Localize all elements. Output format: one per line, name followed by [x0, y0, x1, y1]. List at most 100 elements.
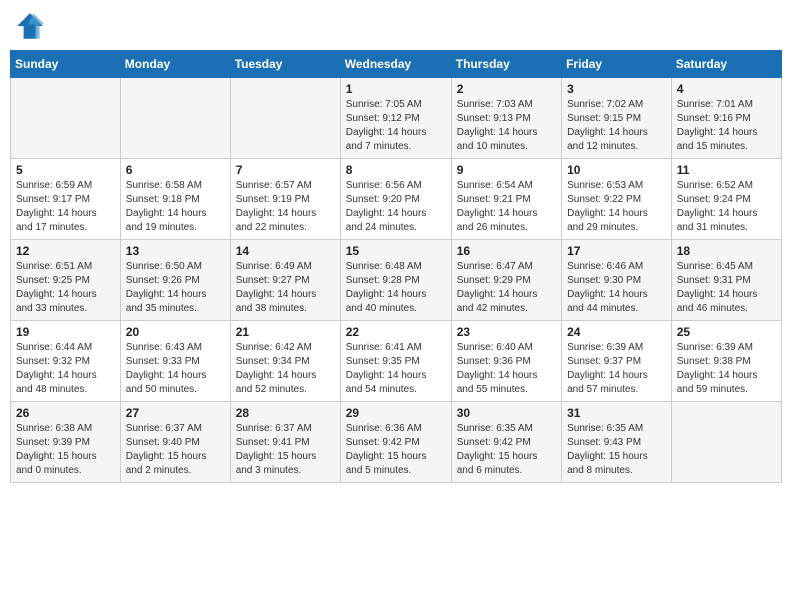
day-content: Sunrise: 6:47 AMSunset: 9:29 PMDaylight:… — [457, 260, 556, 316]
header-day-saturday: Saturday — [671, 51, 781, 78]
calendar-cell — [11, 78, 121, 159]
day-number: 25 — [677, 325, 776, 339]
header-row: SundayMondayTuesdayWednesdayThursdayFrid… — [11, 51, 782, 78]
day-content: Sunrise: 6:40 AMSunset: 9:36 PMDaylight:… — [457, 341, 556, 397]
day-content: Sunrise: 6:37 AMSunset: 9:40 PMDaylight:… — [126, 422, 225, 478]
calendar-cell: 22 Sunrise: 6:41 AMSunset: 9:35 PMDayligh… — [340, 321, 451, 402]
calendar-cell: 6 Sunrise: 6:58 AMSunset: 9:18 PMDaylight… — [120, 159, 230, 240]
day-content: Sunrise: 6:41 AMSunset: 9:35 PMDaylight:… — [346, 341, 446, 397]
day-content: Sunrise: 6:36 AMSunset: 9:42 PMDaylight:… — [346, 422, 446, 478]
day-content: Sunrise: 6:48 AMSunset: 9:28 PMDaylight:… — [346, 260, 446, 316]
day-content: Sunrise: 7:01 AMSunset: 9:16 PMDaylight:… — [677, 98, 776, 154]
day-content: Sunrise: 6:35 AMSunset: 9:42 PMDaylight:… — [457, 422, 556, 478]
header-day-friday: Friday — [562, 51, 672, 78]
calendar-cell: 2 Sunrise: 7:03 AMSunset: 9:13 PMDaylight… — [451, 78, 561, 159]
logo — [14, 10, 50, 42]
day-number: 21 — [236, 325, 335, 339]
page-header — [10, 10, 782, 42]
day-number: 15 — [346, 244, 446, 258]
day-number: 30 — [457, 406, 556, 420]
calendar-cell: 27 Sunrise: 6:37 AMSunset: 9:40 PMDayligh… — [120, 402, 230, 483]
week-row-3: 12 Sunrise: 6:51 AMSunset: 9:25 PMDayligh… — [11, 240, 782, 321]
day-number: 7 — [236, 163, 335, 177]
calendar-cell: 13Sunrise: 6:50 AMSunset: 9:26 PMDayligh… — [120, 240, 230, 321]
day-number: 24 — [567, 325, 666, 339]
day-number: 11 — [677, 163, 776, 177]
day-content: Sunrise: 6:58 AMSunset: 9:18 PMDaylight:… — [126, 179, 225, 235]
day-content: Sunrise: 6:42 AMSunset: 9:34 PMDaylight:… — [236, 341, 335, 397]
day-content: Sunrise: 6:50 AMSunset: 9:26 PMDaylight:… — [126, 260, 225, 316]
header-day-sunday: Sunday — [11, 51, 121, 78]
day-number: 8 — [346, 163, 446, 177]
calendar-cell — [120, 78, 230, 159]
calendar-table: SundayMondayTuesdayWednesdayThursdayFrid… — [10, 50, 782, 483]
day-content: Sunrise: 6:53 AMSunset: 9:22 PMDaylight:… — [567, 179, 666, 235]
week-row-5: 26Sunrise: 6:38 AMSunset: 9:39 PMDayligh… — [11, 402, 782, 483]
calendar-cell: 29Sunrise: 6:36 AMSunset: 9:42 PMDayligh… — [340, 402, 451, 483]
calendar-cell: 11 Sunrise: 6:52 AMSunset: 9:24 PMDayligh… — [671, 159, 781, 240]
calendar-cell — [230, 78, 340, 159]
calendar-cell: 4 Sunrise: 7:01 AMSunset: 9:16 PMDaylight… — [671, 78, 781, 159]
day-number: 4 — [677, 82, 776, 96]
day-content: Sunrise: 6:52 AMSunset: 9:24 PMDaylight:… — [677, 179, 776, 235]
calendar-cell: 8 Sunrise: 6:56 AMSunset: 9:20 PMDaylight… — [340, 159, 451, 240]
day-content: Sunrise: 6:46 AMSunset: 9:30 PMDaylight:… — [567, 260, 666, 316]
day-number: 14 — [236, 244, 335, 258]
calendar-cell: 21 Sunrise: 6:42 AMSunset: 9:34 PMDayligh… — [230, 321, 340, 402]
calendar-cell: 10 Sunrise: 6:53 AMSunset: 9:22 PMDayligh… — [562, 159, 672, 240]
day-content: Sunrise: 7:03 AMSunset: 9:13 PMDaylight:… — [457, 98, 556, 154]
day-number: 28 — [236, 406, 335, 420]
header-day-monday: Monday — [120, 51, 230, 78]
day-number: 19 — [16, 325, 115, 339]
day-content: Sunrise: 6:59 AMSunset: 9:17 PMDaylight:… — [16, 179, 115, 235]
calendar-cell: 20Sunrise: 6:43 AMSunset: 9:33 PMDayligh… — [120, 321, 230, 402]
day-number: 12 — [16, 244, 115, 258]
day-number: 6 — [126, 163, 225, 177]
calendar-cell: 18Sunrise: 6:45 AMSunset: 9:31 PMDayligh… — [671, 240, 781, 321]
day-number: 5 — [16, 163, 115, 177]
calendar-cell: 3 Sunrise: 7:02 AMSunset: 9:15 PMDaylight… — [562, 78, 672, 159]
day-content: Sunrise: 6:37 AMSunset: 9:41 PMDaylight:… — [236, 422, 335, 478]
day-content: Sunrise: 6:45 AMSunset: 9:31 PMDaylight:… — [677, 260, 776, 316]
day-content: Sunrise: 6:44 AMSunset: 9:32 PMDaylight:… — [16, 341, 115, 397]
day-number: 16 — [457, 244, 556, 258]
calendar-cell — [671, 402, 781, 483]
logo-icon — [14, 10, 46, 42]
day-content: Sunrise: 6:39 AMSunset: 9:38 PMDaylight:… — [677, 341, 776, 397]
calendar-cell: 25 Sunrise: 6:39 AMSunset: 9:38 PMDayligh… — [671, 321, 781, 402]
calendar-cell: 16 Sunrise: 6:47 AMSunset: 9:29 PMDayligh… — [451, 240, 561, 321]
calendar-cell: 31Sunrise: 6:35 AMSunset: 9:43 PMDayligh… — [562, 402, 672, 483]
calendar-cell: 1 Sunrise: 7:05 AMSunset: 9:12 PMDaylight… — [340, 78, 451, 159]
day-number: 10 — [567, 163, 666, 177]
header-day-thursday: Thursday — [451, 51, 561, 78]
calendar-cell: 23Sunrise: 6:40 AMSunset: 9:36 PMDayligh… — [451, 321, 561, 402]
day-content: Sunrise: 6:54 AMSunset: 9:21 PMDaylight:… — [457, 179, 556, 235]
day-number: 20 — [126, 325, 225, 339]
calendar-cell: 14Sunrise: 6:49 AMSunset: 9:27 PMDayligh… — [230, 240, 340, 321]
day-number: 9 — [457, 163, 556, 177]
calendar-cell: 7Sunrise: 6:57 AMSunset: 9:19 PMDaylight… — [230, 159, 340, 240]
day-number: 2 — [457, 82, 556, 96]
calendar-cell: 24 Sunrise: 6:39 AMSunset: 9:37 PMDayligh… — [562, 321, 672, 402]
day-number: 22 — [346, 325, 446, 339]
day-number: 1 — [346, 82, 446, 96]
calendar-cell: 19 Sunrise: 6:44 AMSunset: 9:32 PMDayligh… — [11, 321, 121, 402]
calendar-cell: 5 Sunrise: 6:59 AMSunset: 9:17 PMDaylight… — [11, 159, 121, 240]
week-row-4: 19 Sunrise: 6:44 AMSunset: 9:32 PMDayligh… — [11, 321, 782, 402]
header-day-wednesday: Wednesday — [340, 51, 451, 78]
calendar-cell: 9 Sunrise: 6:54 AMSunset: 9:21 PMDaylight… — [451, 159, 561, 240]
calendar-cell: 28 Sunrise: 6:37 AMSunset: 9:41 PMDayligh… — [230, 402, 340, 483]
day-number: 17 — [567, 244, 666, 258]
calendar-header: SundayMondayTuesdayWednesdayThursdayFrid… — [11, 51, 782, 78]
day-content: Sunrise: 6:39 AMSunset: 9:37 PMDaylight:… — [567, 341, 666, 397]
day-content: Sunrise: 6:56 AMSunset: 9:20 PMDaylight:… — [346, 179, 446, 235]
week-row-1: 1 Sunrise: 7:05 AMSunset: 9:12 PMDaylight… — [11, 78, 782, 159]
calendar-body: 1 Sunrise: 7:05 AMSunset: 9:12 PMDaylight… — [11, 78, 782, 483]
day-number: 3 — [567, 82, 666, 96]
day-number: 27 — [126, 406, 225, 420]
day-content: Sunrise: 6:38 AMSunset: 9:39 PMDaylight:… — [16, 422, 115, 478]
calendar-cell: 26Sunrise: 6:38 AMSunset: 9:39 PMDayligh… — [11, 402, 121, 483]
day-content: Sunrise: 6:51 AMSunset: 9:25 PMDaylight:… — [16, 260, 115, 316]
day-content: Sunrise: 7:02 AMSunset: 9:15 PMDaylight:… — [567, 98, 666, 154]
day-content: Sunrise: 7:05 AMSunset: 9:12 PMDaylight:… — [346, 98, 446, 154]
